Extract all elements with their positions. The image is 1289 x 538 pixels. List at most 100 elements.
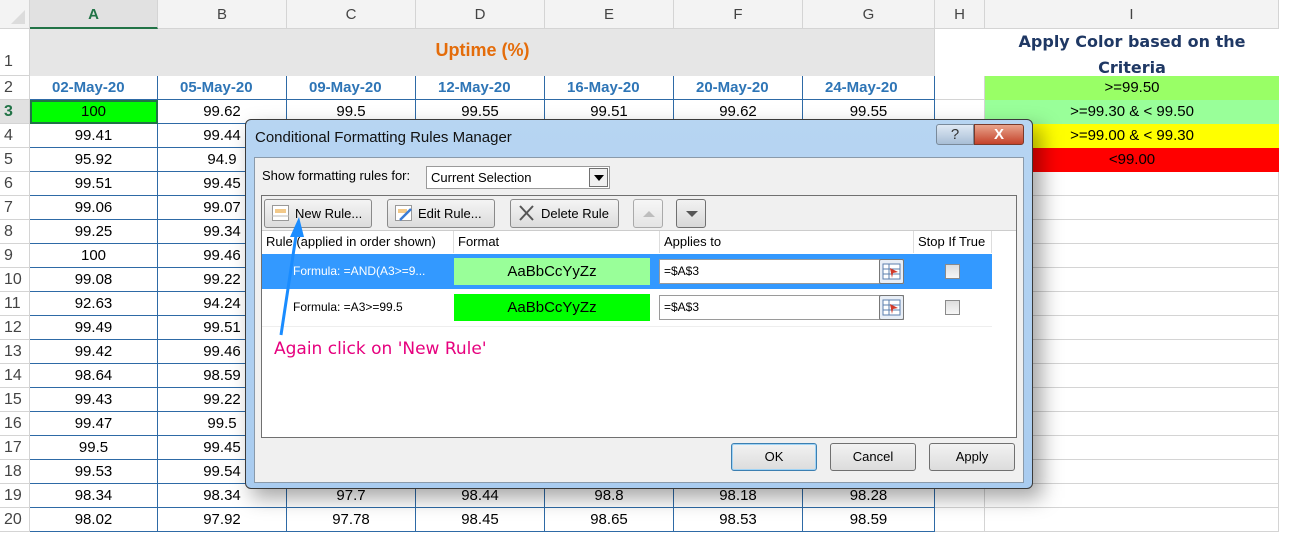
row-header-16[interactable]: 16 — [0, 412, 30, 436]
cell-d20[interactable]: 98.45 — [416, 508, 545, 532]
legend-item: >=99.50 — [985, 76, 1279, 100]
cell-a13[interactable]: 99.42 — [30, 340, 158, 364]
column-header-d[interactable]: D — [416, 0, 545, 29]
row-header-10[interactable]: 10 — [0, 268, 30, 292]
range-select-icon[interactable] — [879, 295, 904, 320]
cancel-button[interactable]: Cancel — [830, 443, 916, 471]
instruction-annotation: Again click on 'New Rule' — [274, 339, 487, 359]
sheet-title: Uptime (%) — [435, 40, 530, 60]
format-preview: AaBbCcYyZz — [454, 294, 650, 321]
cell-f2[interactable]: 20-May-20 — [674, 76, 803, 100]
cell-a8[interactable]: 99.25 — [30, 220, 158, 244]
rules-toolbar: New Rule... Edit Rule... Delete Rule — [262, 196, 1016, 231]
row-header-17[interactable]: 17 — [0, 436, 30, 460]
delete-rule-label: Delete Rule — [541, 206, 609, 221]
cell-g2[interactable]: 24-May-20 — [803, 76, 935, 100]
cell-b2[interactable]: 05-May-20 — [158, 76, 287, 100]
row-header-8[interactable]: 8 — [0, 220, 30, 244]
applies-to-input[interactable]: =$A$3 — [659, 259, 904, 284]
cell-a15[interactable]: 99.43 — [30, 388, 158, 412]
row-header-14[interactable]: 14 — [0, 364, 30, 388]
dialog-body: Show formatting rules for: Current Selec… — [254, 157, 1024, 483]
edit-rule-button[interactable]: Edit Rule... — [387, 199, 495, 228]
close-button[interactable]: X — [974, 124, 1024, 145]
cell-e2[interactable]: 16-May-20 — [545, 76, 674, 100]
stop-if-true-checkbox[interactable] — [945, 264, 960, 279]
column-header-a[interactable]: A — [30, 0, 158, 29]
move-up-button[interactable] — [633, 199, 663, 228]
cell-f20[interactable]: 98.53 — [674, 508, 803, 532]
delete-rule-button[interactable]: Delete Rule — [510, 199, 619, 228]
applies-to-value: =$A$3 — [664, 300, 700, 314]
show-rules-value: Current Selection — [431, 170, 532, 185]
cell-a5[interactable]: 95.92 — [30, 148, 158, 172]
cell-b20[interactable]: 97.92 — [158, 508, 287, 532]
row-header-4[interactable]: 4 — [0, 124, 30, 148]
row-header-18[interactable]: 18 — [0, 460, 30, 484]
cell-a12[interactable]: 99.49 — [30, 316, 158, 340]
stop-if-true-checkbox[interactable] — [945, 300, 960, 315]
column-header-b[interactable]: B — [158, 0, 287, 29]
column-header-g[interactable]: G — [803, 0, 935, 29]
row-header-15[interactable]: 15 — [0, 388, 30, 412]
cell-a18[interactable]: 99.53 — [30, 460, 158, 484]
apply-button[interactable]: Apply — [929, 443, 1015, 471]
cell-h2[interactable] — [935, 76, 985, 100]
rule-row[interactable]: Formula: =AND(A3>=9... AaBbCcYyZz =$A$3 — [262, 254, 992, 289]
row-header-12[interactable]: 12 — [0, 316, 30, 340]
cell-a10[interactable]: 99.08 — [30, 268, 158, 292]
cell-a3[interactable]: 100 — [30, 100, 158, 124]
cell-h20[interactable] — [935, 508, 985, 532]
legend-title: Apply Color based on the Criteria — [1018, 32, 1246, 77]
column-header-c[interactable]: C — [287, 0, 416, 29]
select-all-corner[interactable] — [0, 0, 30, 29]
cell-a4[interactable]: 99.41 — [30, 124, 158, 148]
row-header-6[interactable]: 6 — [0, 172, 30, 196]
cell-a20[interactable]: 98.02 — [30, 508, 158, 532]
column-header-f[interactable]: F — [674, 0, 803, 29]
header-format: Format — [454, 231, 660, 253]
row-header-11[interactable]: 11 — [0, 292, 30, 316]
row-header-2[interactable]: 2 — [0, 76, 30, 100]
cell-a2[interactable]: 02-May-20 — [30, 76, 158, 100]
show-rules-select[interactable]: Current Selection — [426, 166, 610, 189]
column-header-i[interactable]: I — [985, 0, 1279, 29]
cell-a9[interactable]: 100 — [30, 244, 158, 268]
row-header-7[interactable]: 7 — [0, 196, 30, 220]
cell-g20[interactable]: 98.59 — [803, 508, 935, 532]
show-rules-label: Show formatting rules for: — [262, 168, 411, 183]
format-preview: AaBbCcYyZz — [454, 258, 650, 285]
chevron-down-icon[interactable] — [589, 168, 608, 187]
cell-a7[interactable]: 99.06 — [30, 196, 158, 220]
header-applies: Applies to — [660, 231, 914, 253]
rules-panel: New Rule... Edit Rule... Delete Rule Rul… — [261, 195, 1017, 438]
column-header-h[interactable]: H — [935, 0, 985, 29]
cell-c2[interactable]: 09-May-20 — [287, 76, 416, 100]
cell-a16[interactable]: 99.47 — [30, 412, 158, 436]
cell-i20[interactable] — [985, 508, 1279, 532]
applies-to-input[interactable]: =$A$3 — [659, 295, 904, 320]
range-select-icon[interactable] — [879, 259, 904, 284]
cell-a19[interactable]: 98.34 — [30, 484, 158, 508]
cell-a6[interactable]: 99.51 — [30, 172, 158, 196]
row-header-20[interactable]: 20 — [0, 508, 30, 532]
cell-c20[interactable]: 97.78 — [287, 508, 416, 532]
cell-a14[interactable]: 98.64 — [30, 364, 158, 388]
row-header-1[interactable]: 1 — [0, 29, 30, 76]
row-header-19[interactable]: 19 — [0, 484, 30, 508]
cell-e20[interactable]: 98.65 — [545, 508, 674, 532]
cell-a17[interactable]: 99.5 — [30, 436, 158, 460]
help-button[interactable]: ? — [936, 124, 974, 145]
row-header-13[interactable]: 13 — [0, 340, 30, 364]
rule-name: Formula: =AND(A3>=9... — [293, 264, 426, 278]
cell-d2[interactable]: 12-May-20 — [416, 76, 545, 100]
rule-row[interactable]: Formula: =A3>=99.5 AaBbCcYyZz =$A$3 — [262, 290, 992, 325]
row-header-9[interactable]: 9 — [0, 244, 30, 268]
row-header-5[interactable]: 5 — [0, 148, 30, 172]
ok-button[interactable]: OK — [731, 443, 817, 471]
delete-icon — [519, 205, 534, 221]
move-down-button[interactable] — [676, 199, 706, 228]
row-header-3[interactable]: 3 — [0, 100, 30, 124]
cell-a11[interactable]: 92.63 — [30, 292, 158, 316]
column-header-e[interactable]: E — [545, 0, 674, 29]
